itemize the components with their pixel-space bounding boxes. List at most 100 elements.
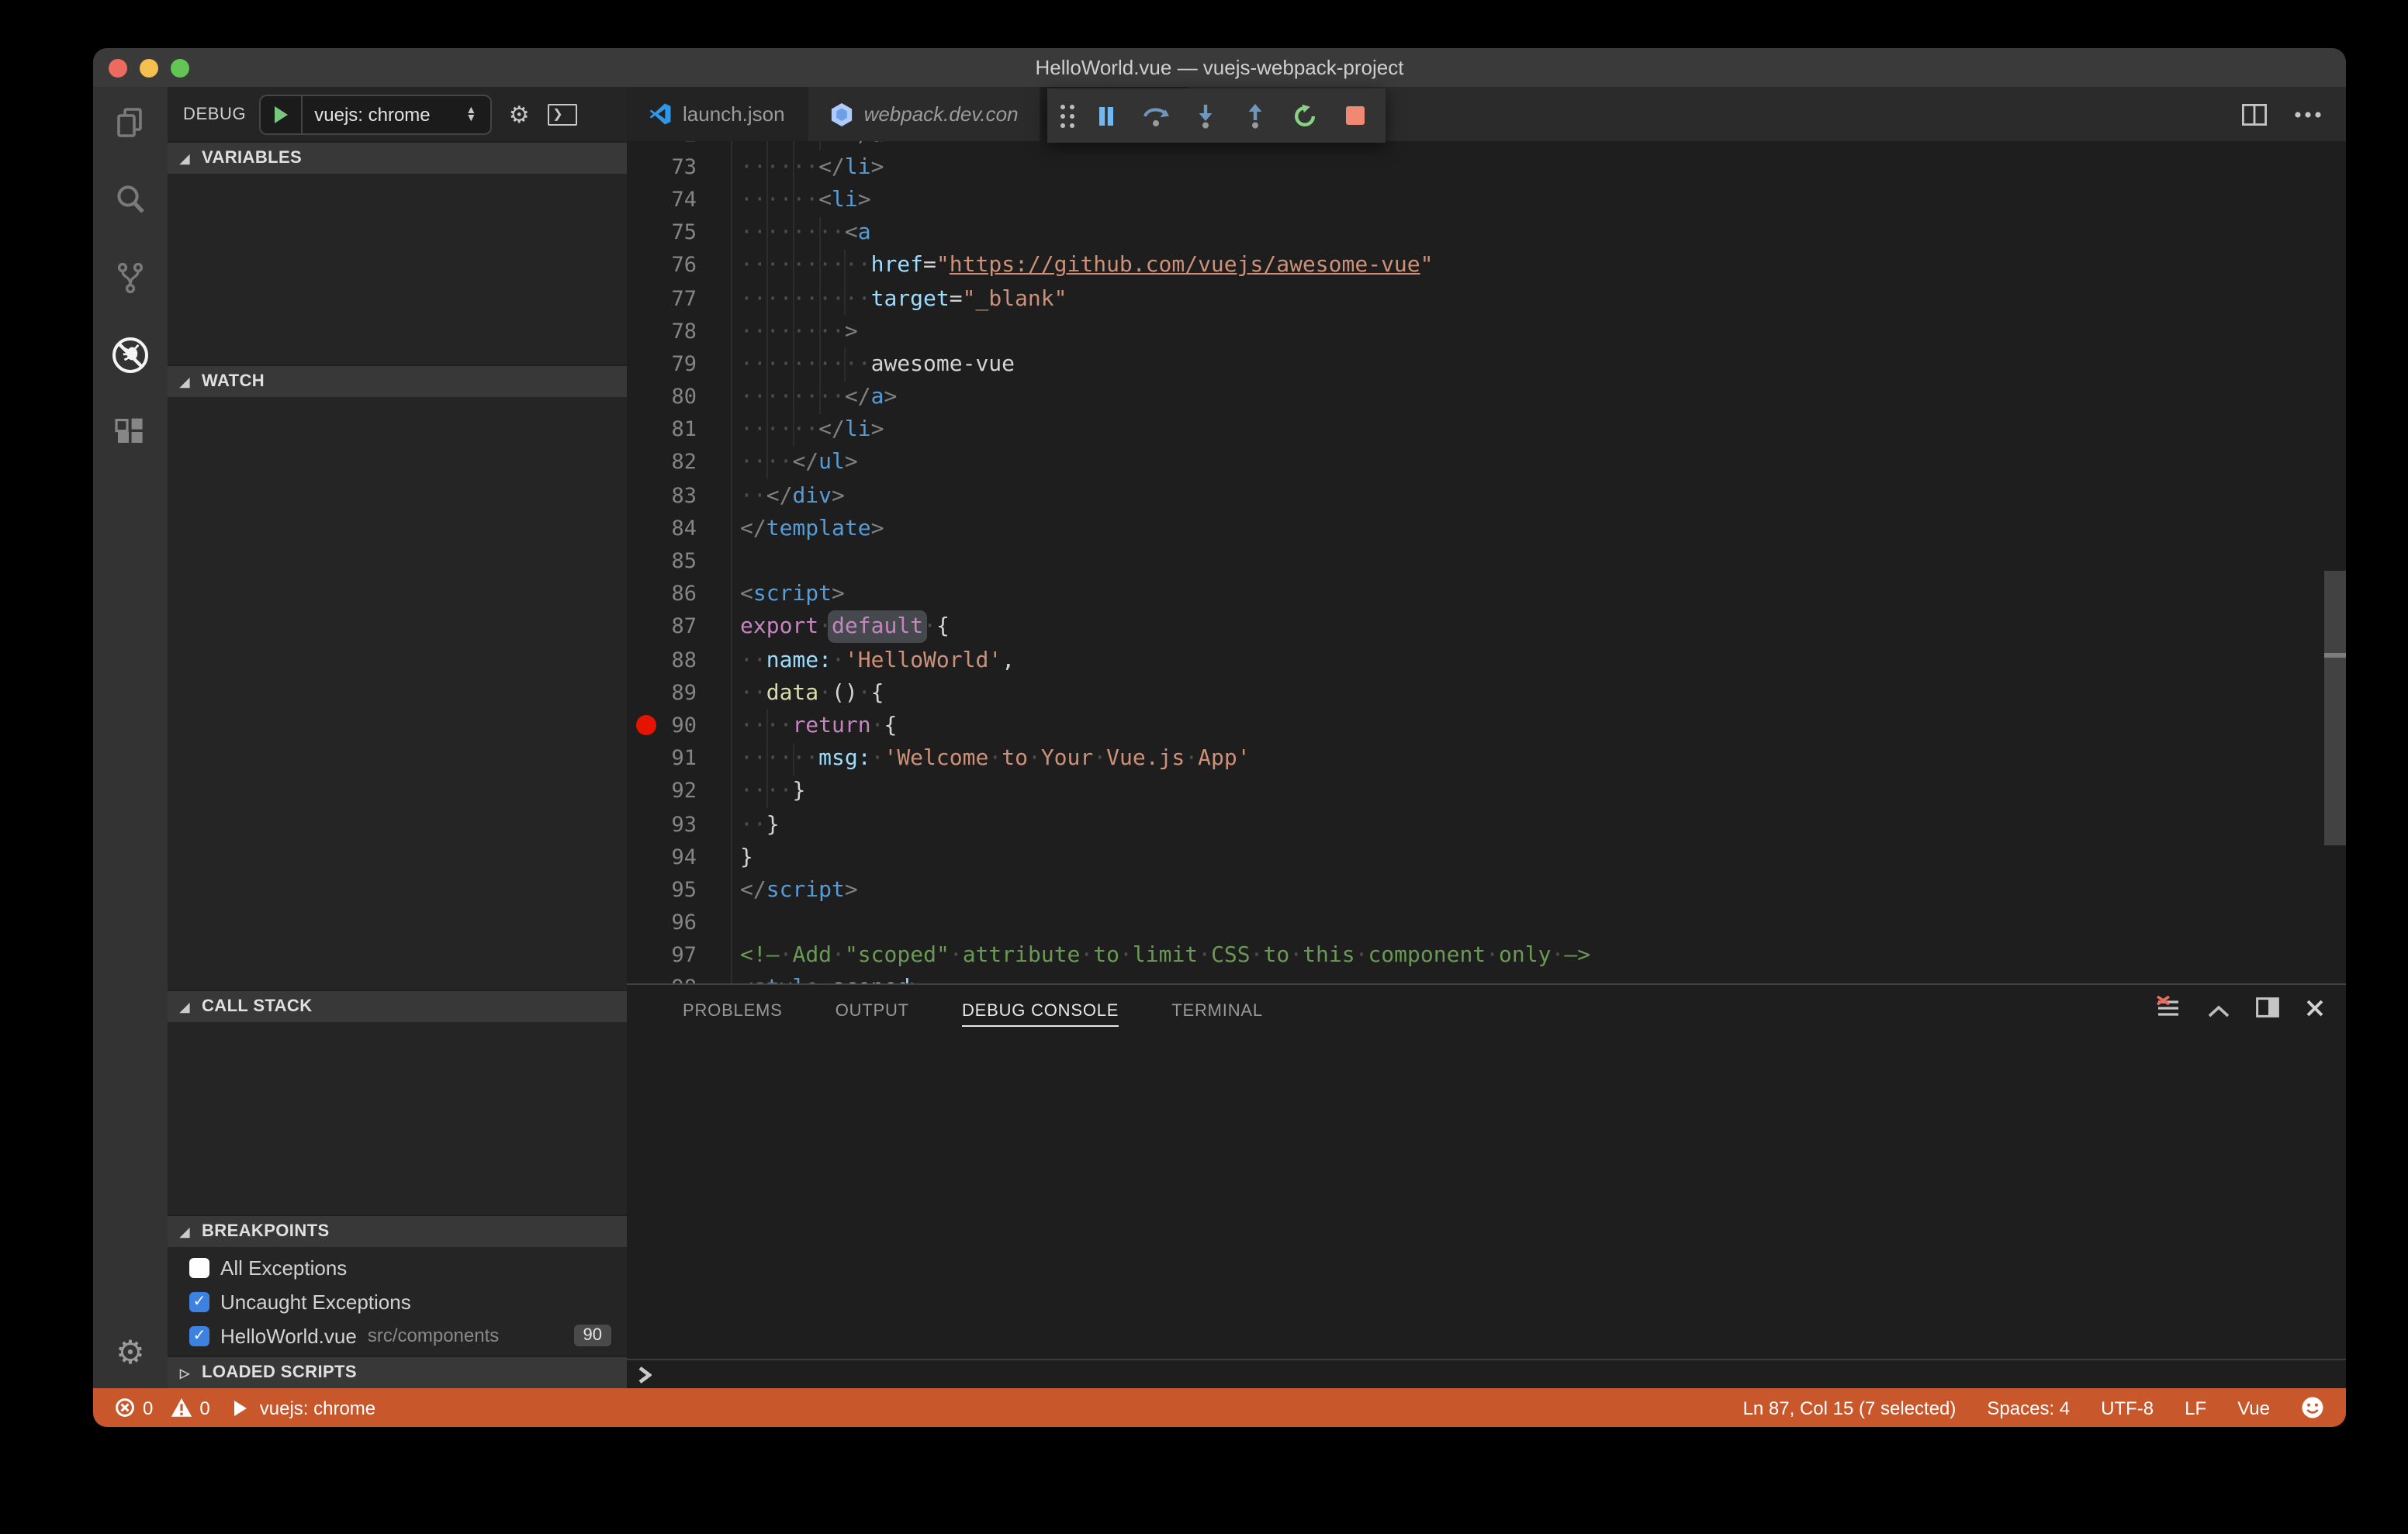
step-over-icon[interactable]: [1131, 88, 1181, 143]
code-line: 95 </script>: [627, 874, 2346, 907]
line-number: 92: [671, 779, 697, 804]
configure-gear-icon[interactable]: ⚙: [503, 100, 535, 128]
step-out-icon[interactable]: [1230, 88, 1280, 143]
code-text: ····}: [740, 779, 806, 804]
cursor-position[interactable]: Ln 87, Col 15 (7 selected): [1743, 1397, 1956, 1418]
gutter[interactable]: 85: [627, 545, 740, 578]
gutter[interactable]: 74: [627, 184, 740, 216]
activity-bar-item-explorer[interactable]: [93, 87, 168, 164]
activity-bar-item-source-control[interactable]: [93, 242, 168, 320]
gutter[interactable]: 72: [627, 141, 740, 150]
gutter[interactable]: 97: [627, 939, 740, 972]
checkbox-checked-icon[interactable]: ✓: [189, 1291, 209, 1311]
launch-config-picker[interactable]: vuejs: chrome ▲ ▼: [258, 94, 492, 134]
checkbox-unchecked-icon[interactable]: [189, 1257, 209, 1277]
code-line: 79 ··········awesome-vue: [627, 347, 2346, 381]
gutter[interactable]: 73: [627, 150, 740, 183]
section-header-breakpoints[interactable]: ◢ BREAKPOINTS: [168, 1214, 627, 1247]
breakpoint-row[interactable]: ✓ Uncaught Exceptions: [168, 1284, 627, 1318]
move-panel-icon[interactable]: [2256, 997, 2279, 1024]
gutter[interactable]: 78: [627, 315, 740, 347]
split-editor-icon[interactable]: [2242, 103, 2267, 125]
line-number: 81: [671, 417, 697, 443]
gutter[interactable]: 79: [627, 348, 740, 381]
section-header-variables[interactable]: ◢ VARIABLES: [168, 141, 627, 174]
gutter[interactable]: 94: [627, 841, 740, 873]
line-number: 88: [671, 648, 697, 673]
gutter[interactable]: 81: [627, 413, 740, 446]
section-header-loaded-scripts[interactable]: ▷ LOADED SCRIPTS: [168, 1356, 627, 1388]
gutter[interactable]: 87: [627, 611, 740, 644]
gutter[interactable]: 76: [627, 250, 740, 282]
code-line: 85: [627, 545, 2346, 578]
launch-config-name: vuejs: chrome: [314, 103, 431, 125]
gutter[interactable]: 90: [627, 710, 740, 742]
section-header-call-stack[interactable]: ◢ CALL STACK: [168, 990, 627, 1022]
code-line: 91 ······msg:·'Welcome·to·Your·Vue.js·App…: [627, 742, 2346, 776]
gutter[interactable]: 84: [627, 513, 740, 545]
settings-gear-icon[interactable]: ⚙: [93, 1326, 168, 1379]
encoding-status[interactable]: UTF-8: [2101, 1397, 2154, 1418]
gutter[interactable]: 82: [627, 447, 740, 479]
code-editor[interactable]: 72········</a>73······</li>74······<li>7…: [627, 141, 2346, 983]
line-number: 93: [671, 812, 697, 838]
activity-bar-item-debug[interactable]: [93, 320, 168, 397]
code-text: ········>: [740, 319, 858, 344]
open-debug-console-icon[interactable]: ❯: [547, 103, 578, 125]
section-header-watch[interactable]: ◢ WATCH: [168, 364, 627, 397]
debug-console-output[interactable]: [627, 1036, 2346, 1359]
code-text: ··name:·'HelloWorld',: [740, 648, 1015, 673]
gutter[interactable]: 75: [627, 216, 740, 249]
debug-console-input[interactable]: [627, 1359, 2346, 1388]
start-debug-button[interactable]: [260, 95, 303, 133]
code-text: export·default·{: [740, 614, 950, 640]
maximize-panel-icon[interactable]: [2208, 997, 2230, 1024]
indentation-status[interactable]: Spaces: 4: [1987, 1397, 2070, 1418]
code-text: ··········target="_blank": [740, 286, 1067, 312]
line-number: 89: [671, 680, 697, 706]
gutter[interactable]: 93: [627, 808, 740, 841]
close-panel-icon[interactable]: [2306, 997, 2324, 1024]
clear-console-icon[interactable]: [2155, 994, 2181, 1026]
panel-tab-debug-console[interactable]: DEBUG CONSOLE: [961, 995, 1119, 1026]
collapse-triangle-icon: ◢: [180, 1225, 190, 1239]
editor-scrollbar[interactable]: [2324, 571, 2346, 845]
restart-icon[interactable]: [1280, 88, 1330, 143]
gutter[interactable]: 88: [627, 644, 740, 676]
gutter[interactable]: 86: [627, 578, 740, 610]
checkbox-checked-icon[interactable]: ✓: [189, 1325, 209, 1346]
breakpoint-row[interactable]: All Exceptions: [168, 1250, 627, 1284]
gutter[interactable]: 92: [627, 776, 740, 808]
scrollbar-selection-marker: [2324, 653, 2346, 658]
activity-bar-item-search[interactable]: [93, 164, 168, 242]
gutter[interactable]: 83: [627, 479, 740, 512]
gutter[interactable]: 95: [627, 874, 740, 907]
gutter[interactable]: 96: [627, 907, 740, 939]
gutter[interactable]: 98: [627, 973, 740, 983]
editor-tab-webpack-dev-con[interactable]: webpack.dev.con: [808, 87, 1041, 141]
more-actions-icon[interactable]: [2295, 111, 2321, 117]
editor-tab-launch-json[interactable]: launch.json: [627, 87, 808, 141]
eol-status[interactable]: LF: [2185, 1397, 2206, 1418]
active-debug-session[interactable]: vuejs: chrome: [234, 1397, 375, 1418]
panel-tab-output[interactable]: OUTPUT: [836, 995, 909, 1026]
code-line: 96: [627, 907, 2346, 939]
gutter[interactable]: 80: [627, 381, 740, 413]
language-mode[interactable]: Vue: [2237, 1397, 2270, 1418]
feedback-smiley-icon[interactable]: [2301, 1396, 2324, 1419]
breakpoint-label: HelloWorld.vue: [220, 1324, 357, 1347]
step-into-icon[interactable]: [1181, 88, 1230, 143]
panel-tab-problems[interactable]: PROBLEMS: [683, 995, 783, 1026]
activity-bar-item-extensions[interactable]: [93, 397, 168, 475]
stop-icon[interactable]: [1330, 88, 1379, 143]
gutter[interactable]: 77: [627, 282, 740, 315]
config-dropdown-arrows-icon: ▲ ▼: [465, 105, 477, 123]
code-line: 78 ········>: [627, 315, 2346, 348]
breakpoint-path: src/components: [367, 1325, 500, 1346]
panel-tab-terminal[interactable]: TERMINAL: [1171, 995, 1263, 1026]
problems-status[interactable]: 0 0: [115, 1397, 210, 1418]
breakpoint-row[interactable]: ✓ HelloWorld.vue src/components 90: [168, 1318, 627, 1353]
gutter[interactable]: 91: [627, 742, 740, 775]
gutter[interactable]: 89: [627, 676, 740, 709]
pause-icon[interactable]: [1081, 88, 1131, 143]
